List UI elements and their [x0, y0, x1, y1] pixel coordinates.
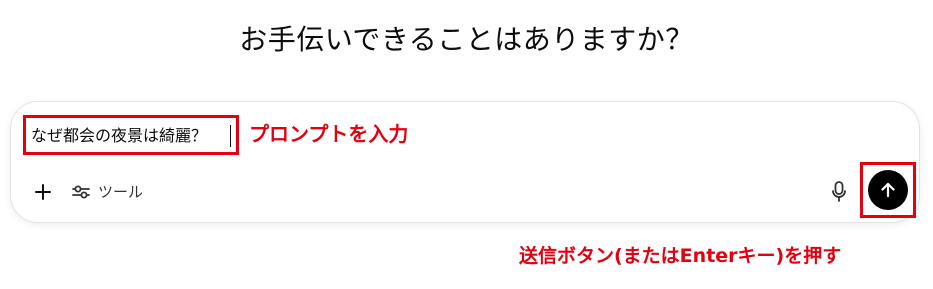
add-button[interactable] — [30, 179, 56, 205]
page-heading: お手伝いできることはありますか？ — [239, 23, 694, 56]
send-annotation: 送信ボタン(またはEnterキー)を押す — [519, 245, 842, 267]
prompt-input-highlight — [23, 115, 239, 155]
tools-label: ツール — [98, 183, 144, 201]
tools-button[interactable]: ツール — [72, 178, 143, 206]
voice-input-button[interactable] — [826, 179, 852, 205]
arrow-up-icon — [879, 181, 897, 199]
prompt-annotation: プロンプトを入力 — [249, 122, 409, 146]
send-button[interactable] — [868, 170, 908, 210]
microphone-icon — [831, 181, 847, 203]
sliders-icon — [72, 184, 90, 200]
plus-icon — [34, 183, 52, 201]
